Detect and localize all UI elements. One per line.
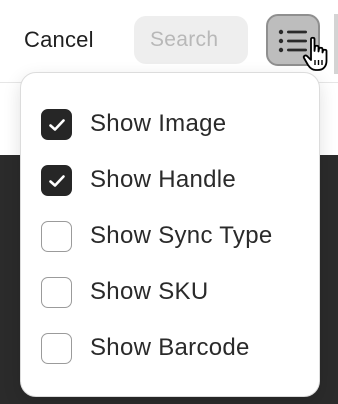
menu-item-show-image[interactable]: Show Image: [41, 106, 311, 142]
menu-item-show-barcode[interactable]: Show Barcode: [41, 330, 311, 366]
search-input[interactable]: Search: [134, 16, 248, 64]
show-sku-checkbox[interactable]: [41, 276, 72, 308]
menu-item-show-sku[interactable]: Show SKU: [41, 274, 311, 310]
checkmark-icon: [49, 118, 65, 131]
menu-item-label: Show Image: [90, 110, 227, 137]
menu-item-label: Show Handle: [90, 166, 237, 193]
checkmark-icon: [49, 174, 65, 187]
menu-item-label: Show Sync Type: [90, 222, 273, 249]
show-barcode-checkbox[interactable]: [41, 332, 72, 364]
show-image-checkbox[interactable]: [41, 108, 72, 140]
menu-item-show-sync-type[interactable]: Show Sync Type: [41, 218, 311, 254]
menu-item-label: Show Barcode: [90, 334, 250, 361]
toolbar-edge: [334, 14, 338, 74]
menu-item-show-handle[interactable]: Show Handle: [41, 162, 311, 198]
menu-item-label: Show SKU: [90, 278, 209, 305]
cancel-button[interactable]: Cancel: [24, 25, 94, 55]
column-options-menu: Show Image Show Handle Show Sync Type Sh…: [20, 72, 320, 397]
show-sync-type-checkbox[interactable]: [41, 220, 72, 252]
hand-cursor-icon: [302, 36, 328, 71]
show-handle-checkbox[interactable]: [41, 164, 72, 196]
top-bar: Cancel Search: [0, 0, 338, 82]
